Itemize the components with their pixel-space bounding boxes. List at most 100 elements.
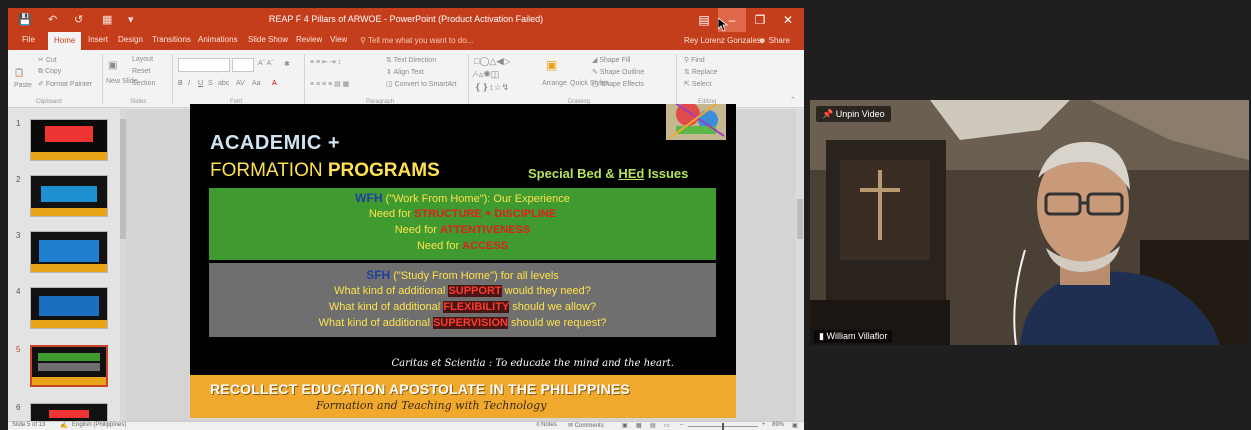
notes-button[interactable]: ≡ Notes xyxy=(536,422,557,428)
zoom-in-icon[interactable]: + xyxy=(762,422,766,428)
tab-file[interactable]: File xyxy=(22,35,35,44)
close-button[interactable]: ✕ xyxy=(774,8,802,32)
collapse-ribbon-icon[interactable]: ⌃ xyxy=(790,96,796,104)
reset-button[interactable]: Reset xyxy=(132,68,150,75)
strikethrough-icon[interactable]: abc xyxy=(218,80,229,87)
tab-slide-show[interactable]: Slide Show xyxy=(248,35,288,44)
wfh-line-2-a: Need for xyxy=(394,224,440,236)
tab-transitions[interactable]: Transitions xyxy=(152,35,191,44)
sfh-line-2-c: should we allow? xyxy=(509,301,597,313)
character-spacing-icon[interactable]: AV xyxy=(236,80,245,87)
tab-review[interactable]: Review xyxy=(296,35,322,44)
arrange-icon[interactable]: ▣ xyxy=(546,58,557,72)
shape-rectangle-icon[interactable]: □◯△◀▷ xyxy=(474,56,510,67)
slides-group-label: Slides xyxy=(130,99,147,105)
ribbon-tabs: File Home Insert Design Transitions Anim… xyxy=(8,32,804,50)
fit-slide-icon[interactable]: ▣ xyxy=(792,422,798,429)
wfh-line-1: Need for STRUCTURE + DISCIPLINE xyxy=(209,208,716,220)
slide-thumbnail-4[interactable] xyxy=(30,287,108,329)
reading-view-icon[interactable]: ▤ xyxy=(650,422,656,429)
slide-thumbnail-3[interactable] xyxy=(30,231,108,273)
user-account[interactable]: Rey Lorenz Gonzales xyxy=(684,36,761,45)
shape-effects-button[interactable]: ▢ Shape Effects xyxy=(592,80,644,88)
shadow-icon[interactable]: S xyxy=(208,80,213,87)
shapes-gallery[interactable]: □◯△◀▷ ∕◦▵✺◫ ❴❵↕☆↯ xyxy=(474,56,542,96)
cut-label: Cut xyxy=(45,57,57,64)
shape-fill-button[interactable]: ◢ Shape Fill xyxy=(592,56,630,64)
slide-thumbnail-5[interactable] xyxy=(30,345,108,387)
zoom-slider[interactable] xyxy=(688,423,758,430)
section-button[interactable]: Section xyxy=(132,80,155,87)
cut-button[interactable]: ✂ Cut xyxy=(38,56,57,64)
tab-home[interactable]: Home xyxy=(48,32,82,50)
align-icons[interactable]: ≡ ≡ ≡ ≡ ▤ ▦ xyxy=(310,80,349,88)
sfh-line-1-b: SUPPORT xyxy=(448,285,502,297)
language-indicator[interactable]: English (Philippines) xyxy=(72,422,126,428)
text-direction-button[interactable]: ⇅ Text Direction xyxy=(386,56,436,64)
slide-subtitle: Special Bed & HEd Issues xyxy=(528,166,688,181)
tab-insert[interactable]: Insert xyxy=(88,35,108,44)
spelling-icon[interactable]: ✍ xyxy=(60,422,67,429)
align-text-button[interactable]: ⇕ Align Text xyxy=(386,68,424,76)
tab-view[interactable]: View xyxy=(330,35,347,44)
slide-thumbnail-1[interactable] xyxy=(30,119,108,161)
replace-button[interactable]: ⇅ Replace xyxy=(684,68,718,76)
ribbon-display-options-icon[interactable]: ▤ xyxy=(690,8,718,32)
restore-button[interactable]: ❐ xyxy=(746,8,774,32)
shape-fill-label: Shape Fill xyxy=(599,57,631,64)
shape-effects-label: Shape Effects xyxy=(600,81,645,88)
shape-bracket-icon[interactable]: ❴❵↕☆↯ xyxy=(474,82,509,93)
find-button[interactable]: ⚲ Find xyxy=(684,56,705,64)
participant-video[interactable]: 📌 Unpin Video ▮ William Villaflor xyxy=(810,100,1249,345)
tell-me-search[interactable]: ⚲ Tell me what you want to do... xyxy=(360,36,473,45)
new-slide-icon[interactable]: ▣ xyxy=(108,60,117,71)
slideshow-icon[interactable]: ▭ xyxy=(664,422,670,429)
thumb-number: 1 xyxy=(16,119,21,128)
unpin-video-button[interactable]: 📌 Unpin Video xyxy=(816,106,891,122)
convert-smartart-button[interactable]: ◫ Convert to SmartArt xyxy=(386,80,456,88)
font-color-icon[interactable]: A xyxy=(272,80,277,87)
zoom-level[interactable]: 89% xyxy=(772,422,784,428)
paste-icon[interactable]: 📋 xyxy=(14,68,24,77)
font-size-grow-icon[interactable]: Aˇ Aˆ xyxy=(258,60,274,67)
wfh-line-2-b: ATTENTIVENESS xyxy=(439,224,531,236)
comments-button[interactable]: ✉ Comments xyxy=(568,422,604,429)
sfh-line-2-a: What kind of additional xyxy=(328,301,444,313)
clear-formatting-icon[interactable]: ✱ xyxy=(284,60,290,68)
tab-design[interactable]: Design xyxy=(118,35,143,44)
shape-line-icon[interactable]: ∕◦▵✺◫ xyxy=(474,69,499,80)
font-size-dropdown[interactable] xyxy=(232,58,254,72)
font-name-dropdown[interactable] xyxy=(178,58,230,72)
ribbon: 📋 Paste ✂ Cut ⧉ Copy ✐ Format Painter Cl… xyxy=(8,50,804,108)
shape-outline-button[interactable]: ✎ Shape Outline xyxy=(592,68,644,76)
tab-animations[interactable]: Animations xyxy=(198,35,238,44)
copy-button[interactable]: ⧉ Copy xyxy=(38,68,61,76)
paste-button[interactable]: Paste xyxy=(14,82,32,89)
bold-icon[interactable]: B xyxy=(178,80,183,87)
arrange-button[interactable]: Arrange xyxy=(542,80,567,87)
change-case-icon[interactable]: Aa xyxy=(252,80,261,87)
format-painter-button[interactable]: ✐ Format Painter xyxy=(38,80,92,88)
text-direction-label: Text Direction xyxy=(393,57,437,64)
wfh-acronym: WFH xyxy=(355,191,383,205)
underline-icon[interactable]: U xyxy=(198,80,203,87)
slide-scrollbar[interactable] xyxy=(796,109,804,421)
window-title: REAP F 4 Pillars of ARWOE - PowerPoint (… xyxy=(268,14,544,24)
zoom-slider-thumb[interactable] xyxy=(722,423,724,430)
convert-smartart-label: Convert to SmartArt xyxy=(394,81,457,88)
select-button[interactable]: ⇱ Select xyxy=(684,80,711,88)
slide-sorter-icon[interactable]: ▦ xyxy=(636,422,642,429)
participant-name: William Villaflor xyxy=(826,331,888,341)
zoom-out-icon[interactable]: – xyxy=(680,422,683,428)
bullets-icon[interactable]: ≡ ≡ ⇤ ⇥ ↕ xyxy=(310,58,341,66)
slide-thumbnail-2[interactable] xyxy=(30,175,108,217)
layout-button[interactable]: Layout xyxy=(132,56,153,63)
slide-scroll-thumb[interactable] xyxy=(797,199,803,239)
wfh-line-2: Need for ATTENTIVENESS xyxy=(209,224,716,236)
normal-view-icon[interactable]: ▣ xyxy=(622,422,628,429)
italic-icon[interactable]: I xyxy=(188,80,190,87)
mouse-cursor-icon xyxy=(718,18,728,32)
share-button[interactable]: ☻ Share xyxy=(758,36,790,45)
thumb-graphic xyxy=(49,410,89,418)
current-slide[interactable]: ACADEMIC + FORMATION PROGRAMS Special Be… xyxy=(190,104,736,418)
